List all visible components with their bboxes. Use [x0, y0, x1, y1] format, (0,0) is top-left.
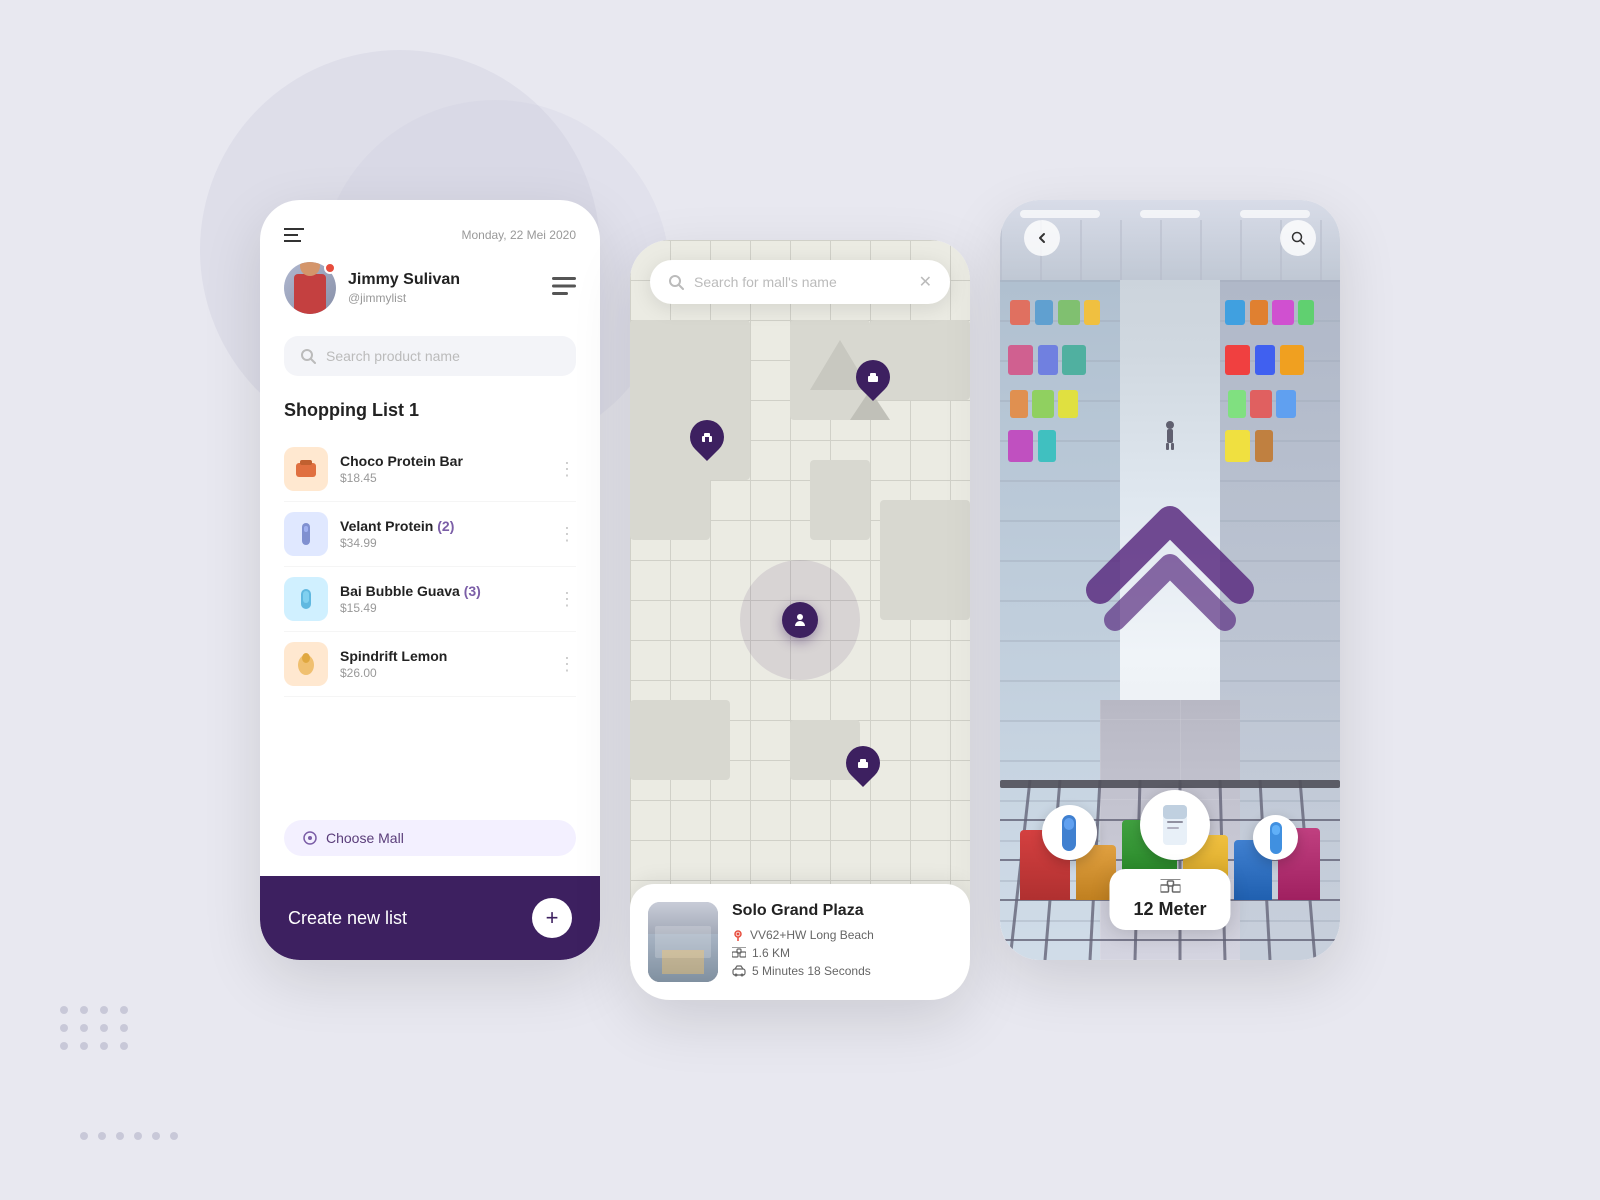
mall-distance: 1.6 KM — [732, 946, 952, 960]
bg-dots-left — [60, 1006, 130, 1050]
clear-search-icon[interactable]: ✕ — [919, 272, 932, 292]
map-search-placeholder: Search for mall's name — [694, 274, 909, 290]
list-item[interactable]: Choco Protein Bar $18.45 ⋮ — [284, 437, 576, 502]
phone-2-map: Search for mall's name ✕ — [630, 240, 970, 1000]
item-menu-icon-4[interactable]: ⋮ — [558, 654, 576, 675]
item-image-2 — [284, 512, 328, 556]
mall-time-text: 5 Minutes 18 Seconds — [752, 964, 871, 978]
user-location-marker — [740, 560, 860, 680]
user-row: Jimmy Sulivan @jimmylist — [284, 262, 576, 314]
item-price-3: $15.49 — [340, 601, 546, 615]
avatar — [284, 262, 336, 314]
ar-search-icon — [1291, 231, 1305, 245]
mall-info-card: Solo Grand Plaza VV62+HW Long Beach — [630, 884, 970, 1000]
item-details-1: Choco Protein Bar $18.45 — [340, 453, 546, 485]
mall-name: Solo Grand Plaza — [732, 902, 952, 920]
user-name: Jimmy Sulivan — [348, 271, 460, 289]
mall-address: VV62+HW Long Beach — [732, 928, 952, 942]
list-item[interactable]: Bai Bubble Guava (3) $15.49 ⋮ — [284, 567, 576, 632]
phone-1-footer: Create new list + — [260, 876, 600, 960]
ar-back-button[interactable] — [1024, 220, 1060, 256]
phone-1-header: Monday, 22 Mei 2020 — [284, 228, 576, 242]
mall-address-text: VV62+HW Long Beach — [750, 928, 874, 942]
product-bubble-center — [1140, 790, 1210, 860]
map-pin-2[interactable] — [856, 360, 890, 394]
notification-dot — [324, 262, 336, 274]
item-price-1: $18.45 — [340, 471, 546, 485]
phones-container: Monday, 22 Mei 2020 — [260, 200, 1340, 1000]
search-icon — [300, 348, 316, 364]
user-text: Jimmy Sulivan @jimmylist — [348, 271, 460, 305]
cart-distance-icon — [1160, 879, 1180, 895]
person-silhouette — [1164, 420, 1176, 455]
product-bubbles — [1000, 790, 1340, 860]
distance-badge: 12 Meter — [1109, 869, 1230, 930]
map-search-bar[interactable]: Search for mall's name ✕ — [650, 260, 950, 304]
map-pin-3[interactable] — [846, 746, 880, 780]
mall-info-text: Solo Grand Plaza VV62+HW Long Beach — [732, 902, 952, 982]
create-list-label: Create new list — [288, 908, 407, 929]
item-image-1 — [284, 447, 328, 491]
phone-3-ar: 12 Meter — [1000, 200, 1340, 960]
map-pin-1[interactable] — [690, 420, 724, 454]
distance-value: 12 Meter — [1133, 899, 1206, 920]
cart-overlay: 12 Meter — [1000, 740, 1340, 960]
item-menu-icon-1[interactable]: ⋮ — [558, 459, 576, 480]
list-item[interactable]: Spindrift Lemon $26.00 ⋮ — [284, 632, 576, 697]
distance-icon — [732, 947, 746, 959]
phone-1-shopping-list: Monday, 22 Mei 2020 — [260, 200, 600, 960]
item-details-4: Spindrift Lemon $26.00 — [340, 648, 546, 680]
item-menu-icon-2[interactable]: ⋮ — [558, 524, 576, 545]
search-bar[interactable]: Search product name — [284, 336, 576, 376]
car-icon — [732, 965, 746, 977]
user-handle: @jimmylist — [348, 291, 460, 305]
date-display: Monday, 22 Mei 2020 — [461, 228, 576, 242]
mall-distance-text: 1.6 KM — [752, 946, 790, 960]
item-image-3 — [284, 577, 328, 621]
choose-mall-button[interactable]: Choose Mall — [284, 820, 576, 856]
item-price-2: $34.99 — [340, 536, 546, 550]
hamburger-menu-icon[interactable] — [284, 228, 304, 242]
item-details-2: Velant Protein (2) $34.99 — [340, 518, 546, 550]
expand-icon[interactable] — [552, 277, 576, 300]
item-name-1: Choco Protein Bar — [340, 453, 546, 469]
mall-thumbnail — [648, 902, 718, 982]
ar-search-button[interactable] — [1280, 220, 1316, 256]
list-items: Choco Protein Bar $18.45 ⋮ Velant Protei… — [284, 437, 576, 800]
choose-mall-label: Choose Mall — [326, 830, 404, 846]
ar-top-controls — [1000, 200, 1340, 276]
item-image-4 — [284, 642, 328, 686]
bg-dots-bottom — [80, 1132, 178, 1140]
mall-time: 5 Minutes 18 Seconds — [732, 964, 952, 978]
item-details-3: Bai Bubble Guava (3) $15.49 — [340, 583, 546, 615]
add-list-button[interactable]: + — [532, 898, 572, 938]
item-menu-icon-3[interactable]: ⋮ — [558, 589, 576, 610]
shopping-list-title: Shopping List 1 — [284, 400, 576, 421]
item-name-2: Velant Protein (2) — [340, 518, 546, 534]
item-name-4: Spindrift Lemon — [340, 648, 546, 664]
product-bubble-right — [1253, 815, 1298, 860]
product-bubble-left — [1042, 805, 1097, 860]
search-input-placeholder: Search product name — [326, 348, 460, 364]
location-icon — [732, 929, 744, 941]
item-name-3: Bai Bubble Guava (3) — [340, 583, 546, 599]
back-arrow-icon — [1036, 232, 1048, 244]
user-info: Jimmy Sulivan @jimmylist — [284, 262, 460, 314]
map-search-icon — [668, 274, 684, 290]
item-price-4: $26.00 — [340, 666, 546, 680]
compass-icon — [302, 830, 318, 846]
list-item[interactable]: Velant Protein (2) $34.99 ⋮ — [284, 502, 576, 567]
person-icon — [792, 612, 808, 628]
